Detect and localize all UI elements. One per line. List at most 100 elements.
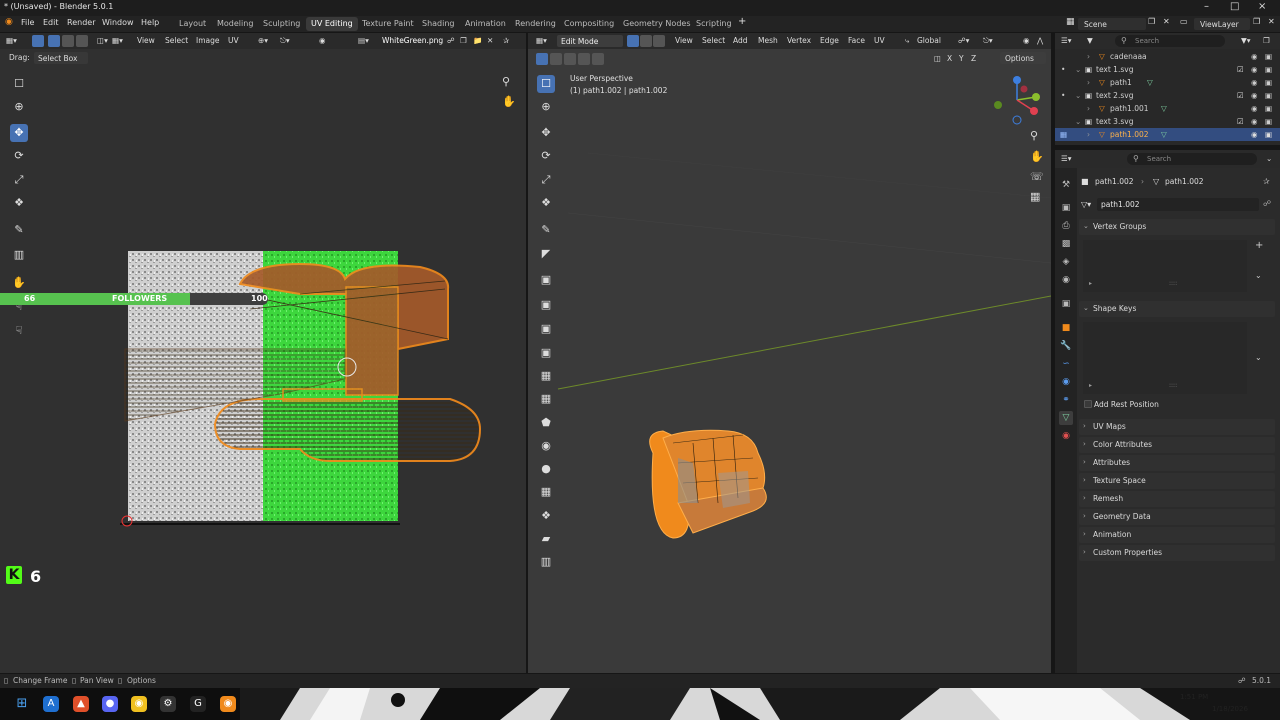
outliner-filter-icon[interactable]: ▼▾ (1241, 36, 1251, 45)
face-select-icon[interactable] (76, 35, 88, 47)
view-layer-tab-icon[interactable]: ▩ (1059, 237, 1073, 251)
output-tab-icon[interactable]: ⎙ (1059, 219, 1073, 233)
visibility-icon[interactable]: ◉ (1251, 78, 1258, 87)
pin-data-icon[interactable]: ✰ (1263, 177, 1270, 186)
menu-file[interactable]: File (21, 18, 34, 27)
3d-viewport[interactable]: ▦▾ Edit Mode View Select Add Mesh Vertex… (528, 33, 1051, 673)
mesh-datablock-icon[interactable]: ▽▾ (1081, 200, 1091, 209)
menu-help[interactable]: Help (141, 18, 159, 27)
outliner-item-text-2[interactable]: • ⌄ ▣ text 2.svg ☑ ◉ ▣ (1055, 89, 1280, 102)
expand-icon[interactable]: › (1087, 104, 1090, 113)
outliner-item-text-3[interactable]: ⌄ ▣ text 3.svg ☑ ◉ ▣ (1055, 115, 1280, 128)
visibility-icon[interactable]: ◉ (1251, 117, 1258, 126)
visibility-icon[interactable]: ◉ (1251, 91, 1258, 100)
editor-type-icon[interactable]: ▦▾ (6, 36, 17, 45)
menu-uv[interactable]: UV (228, 36, 239, 45)
unlink-image-icon[interactable]: ✕ (487, 36, 493, 45)
tab-shading[interactable]: Shading (417, 17, 460, 31)
sticky-select-icon[interactable]: ◫▾ (97, 36, 108, 45)
collapse-icon[interactable]: ⌄ (1075, 117, 1081, 126)
add-workspace-icon[interactable]: + (738, 16, 746, 27)
view-layer-selector[interactable]: ViewLayer (1194, 18, 1250, 30)
outliner-item-path1[interactable]: › ▽ path1 ▽ ◉ ▣ (1055, 76, 1280, 89)
vertex-select-icon[interactable] (48, 35, 60, 47)
vertex-group-menu-icon[interactable]: ⌄ (1255, 271, 1262, 280)
world-tab-icon[interactable]: ◉ (1059, 273, 1073, 287)
windows-start-icon[interactable]: ⊞ (14, 696, 30, 712)
new-image-icon[interactable]: ❐ (460, 36, 467, 45)
checkbox-icon[interactable]: ☑ (1237, 117, 1244, 126)
uv-canvas[interactable] (0, 49, 526, 673)
taskbar-time[interactable]: 1:51 PM (1180, 693, 1208, 701)
taskbar-date[interactable]: 1/18/2026 (1212, 705, 1248, 713)
steam-icon[interactable]: ⚙ (160, 696, 176, 712)
attributes-panel[interactable]: › Attributes (1079, 455, 1275, 471)
selected-mesh-object[interactable] (649, 429, 767, 539)
collapse-icon[interactable]: ⌄ (1075, 65, 1081, 74)
new-collection-icon[interactable]: ❐ (1263, 36, 1270, 45)
pin-icon[interactable]: ✰ (503, 36, 509, 45)
render-icon[interactable]: ▣ (1265, 104, 1272, 113)
menu-image[interactable]: Image (196, 36, 220, 45)
uv-maps-panel[interactable]: › UV Maps (1079, 419, 1275, 435)
list-resize-handle[interactable]: :::: (1169, 382, 1177, 389)
outliner-item-cadenaaa[interactable]: › ▽ cadenaaa ◉ ▣ (1055, 50, 1280, 63)
visibility-icon[interactable]: ◉ (1251, 130, 1258, 139)
collapse-icon[interactable]: ⌄ (1075, 91, 1081, 100)
expand-icon[interactable]: › (1087, 130, 1090, 139)
mesh-data-name-field[interactable]: path1.002 (1097, 198, 1259, 211)
tab-modeling[interactable]: Modeling (212, 17, 258, 31)
expand-icon[interactable]: › (1087, 78, 1090, 87)
sync-selection-icon[interactable] (32, 35, 44, 47)
outliner[interactable]: ☰▾ ▼ ⚲ Search ▼▾ ❐ › ▽ cadenaaa ◉ ▣ • ⌄ … (1055, 33, 1280, 145)
shape-keys-list[interactable]: ▸ :::: (1083, 322, 1247, 394)
edit-mode-icon[interactable]: ▦ (1060, 130, 1067, 139)
menu-edit[interactable]: Edit (43, 18, 59, 27)
constraints-tab-icon[interactable]: ⚭ (1059, 393, 1073, 407)
discord-icon[interactable]: ● (102, 696, 118, 712)
delete-view-layer-icon[interactable]: ✕ (1268, 17, 1275, 26)
list-resize-handle[interactable]: :::: (1169, 280, 1177, 287)
data-tab-icon[interactable]: ▽ (1059, 411, 1073, 425)
outliner-item-text-1[interactable]: • ⌄ ▣ text 1.svg ☑ ◉ ▣ (1055, 63, 1280, 76)
tab-rendering[interactable]: Rendering (510, 17, 561, 31)
checkbox-icon[interactable]: ☑ (1237, 65, 1244, 74)
maximize-icon[interactable]: □ (1230, 1, 1239, 12)
list-expand-icon[interactable]: ▸ (1089, 280, 1092, 287)
vertex-groups-panel[interactable]: ⌄ Vertex Groups (1079, 219, 1275, 235)
tab-scripting[interactable]: Scripting (691, 17, 737, 31)
collection-tab-icon[interactable]: ▣ (1059, 297, 1073, 311)
particles-tab-icon[interactable]: ∽ (1059, 357, 1073, 371)
tool-tab-icon[interactable]: ⚒ (1059, 178, 1073, 192)
render-tab-icon[interactable]: ▣ (1059, 201, 1073, 215)
tab-compositing[interactable]: Compositing (559, 17, 619, 31)
outliner-search[interactable]: ⚲ Search (1115, 35, 1225, 47)
render-icon[interactable]: ▣ (1265, 78, 1272, 87)
blender-logo-icon[interactable]: ◉ (5, 17, 13, 27)
image-browse-icon[interactable]: ▤▾ (358, 36, 369, 45)
animation-panel[interactable]: › Animation (1079, 527, 1275, 543)
properties-editor[interactable]: ☰▾ ⚲ Search ⌄ ⚒ ▣ ⎙ ▩ ◈ ◉ ▣ ■ 🔧 ∽ ◉ ⚭ ▽ … (1055, 150, 1280, 673)
list-expand-icon[interactable]: ▸ (1089, 382, 1092, 389)
github-icon[interactable]: G (190, 696, 206, 712)
open-image-icon[interactable]: 📁 (473, 36, 482, 45)
minimize-icon[interactable]: – (1204, 1, 1209, 12)
new-scene-icon[interactable]: ❐ (1148, 17, 1155, 26)
fake-user-icon[interactable]: ☍ (447, 36, 455, 45)
uv-select-mode-icon[interactable]: ▦▾ (112, 36, 123, 45)
brave-icon[interactable]: ▲ (73, 696, 89, 712)
new-view-layer-icon[interactable]: ❐ (1253, 17, 1260, 26)
proportional-edit-icon[interactable]: ◉ (319, 36, 326, 45)
snap-icon[interactable]: ⎋▾ (280, 36, 290, 46)
shape-keys-panel[interactable]: ⌄ Shape Keys (1079, 301, 1275, 317)
properties-options-icon[interactable]: ⌄ (1266, 154, 1272, 163)
tab-texture-paint[interactable]: Texture Paint (357, 17, 419, 31)
render-icon[interactable]: ▣ (1265, 52, 1272, 61)
menu-select[interactable]: Select (165, 36, 188, 45)
menu-window[interactable]: Window (102, 18, 134, 27)
object-tab-icon[interactable]: ■ (1059, 321, 1073, 335)
fake-user-shield-icon[interactable]: ☍ (1263, 199, 1271, 208)
menu-view[interactable]: View (137, 36, 155, 45)
tab-animation[interactable]: Animation (460, 17, 511, 31)
properties-search[interactable]: ⚲ Search (1127, 153, 1257, 165)
